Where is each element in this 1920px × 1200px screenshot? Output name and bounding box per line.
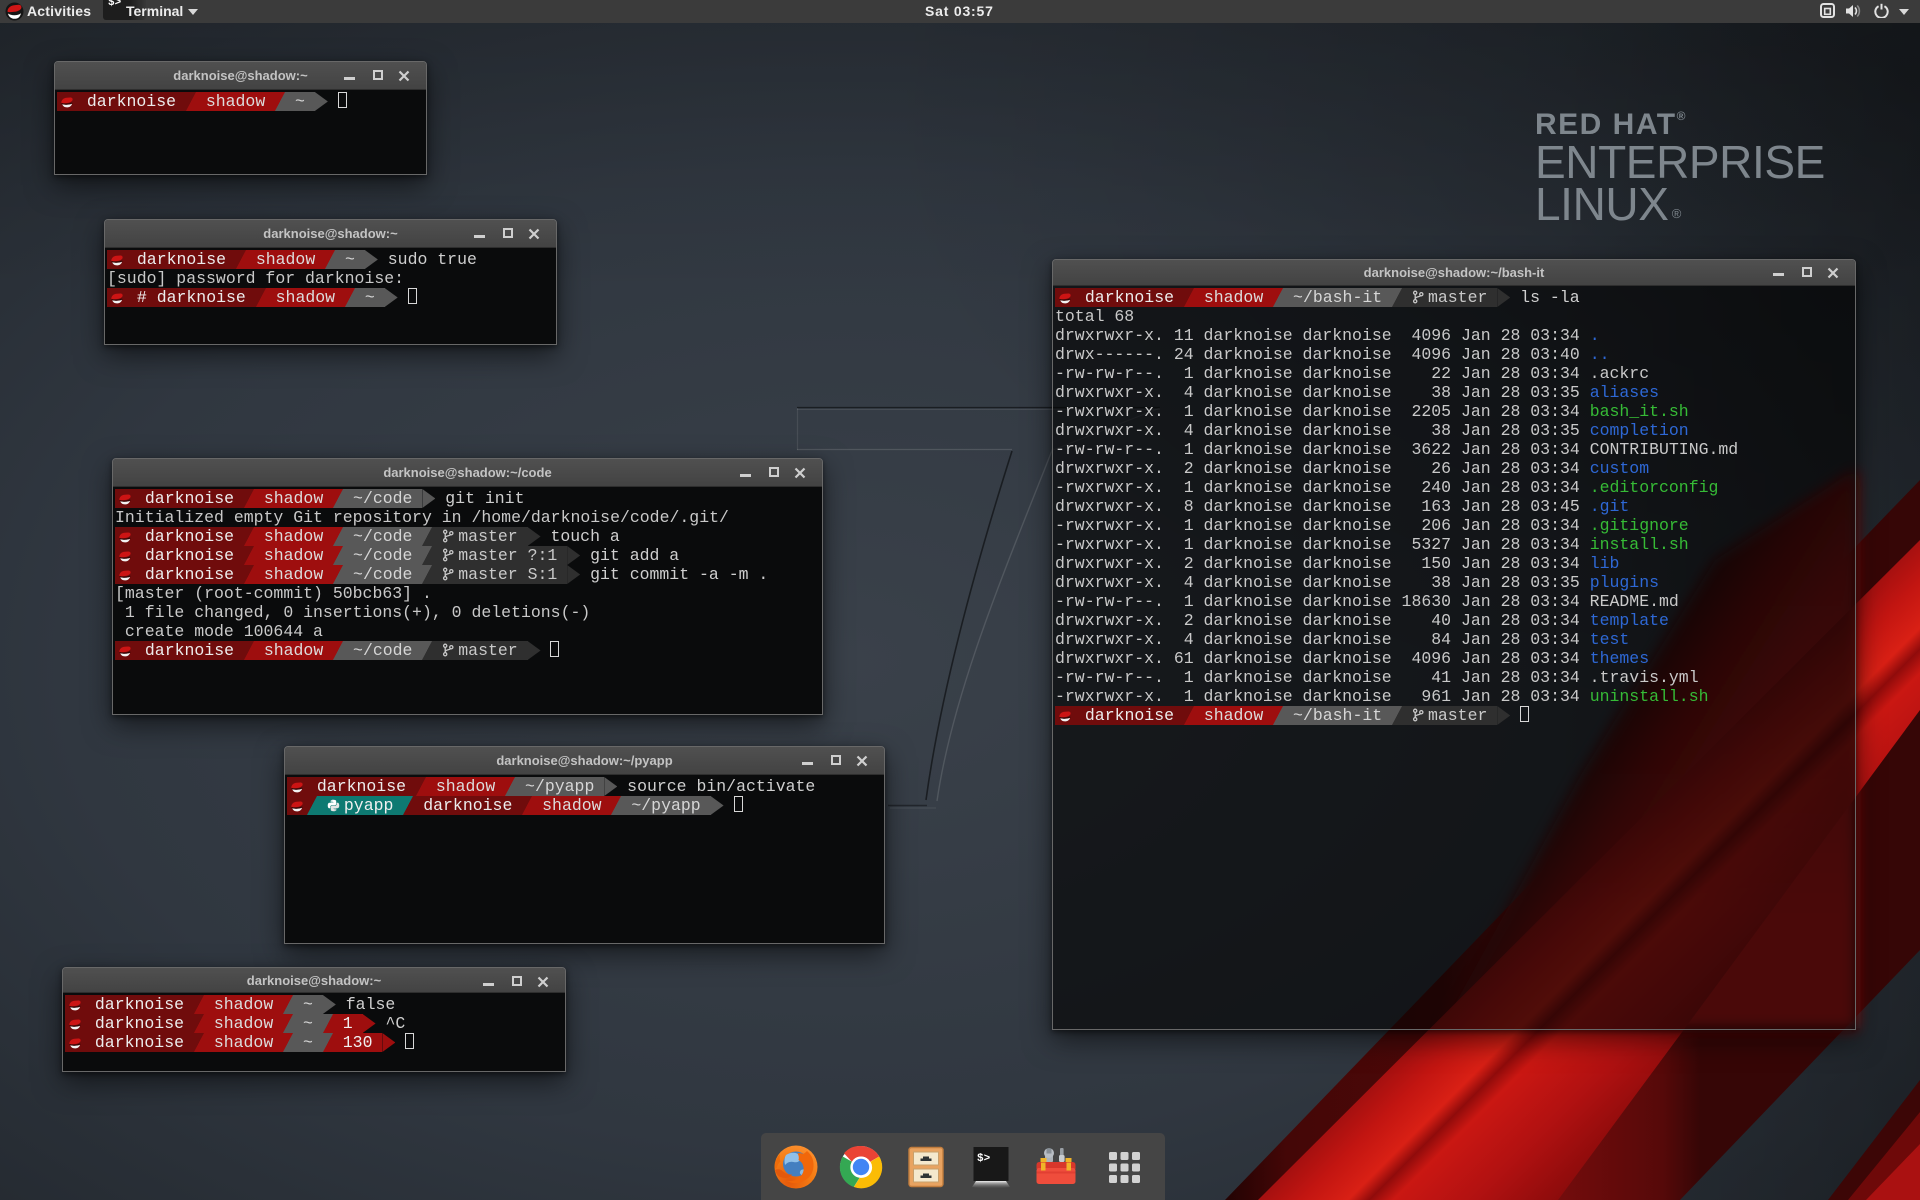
- svg-text:$>: $>: [977, 1153, 991, 1165]
